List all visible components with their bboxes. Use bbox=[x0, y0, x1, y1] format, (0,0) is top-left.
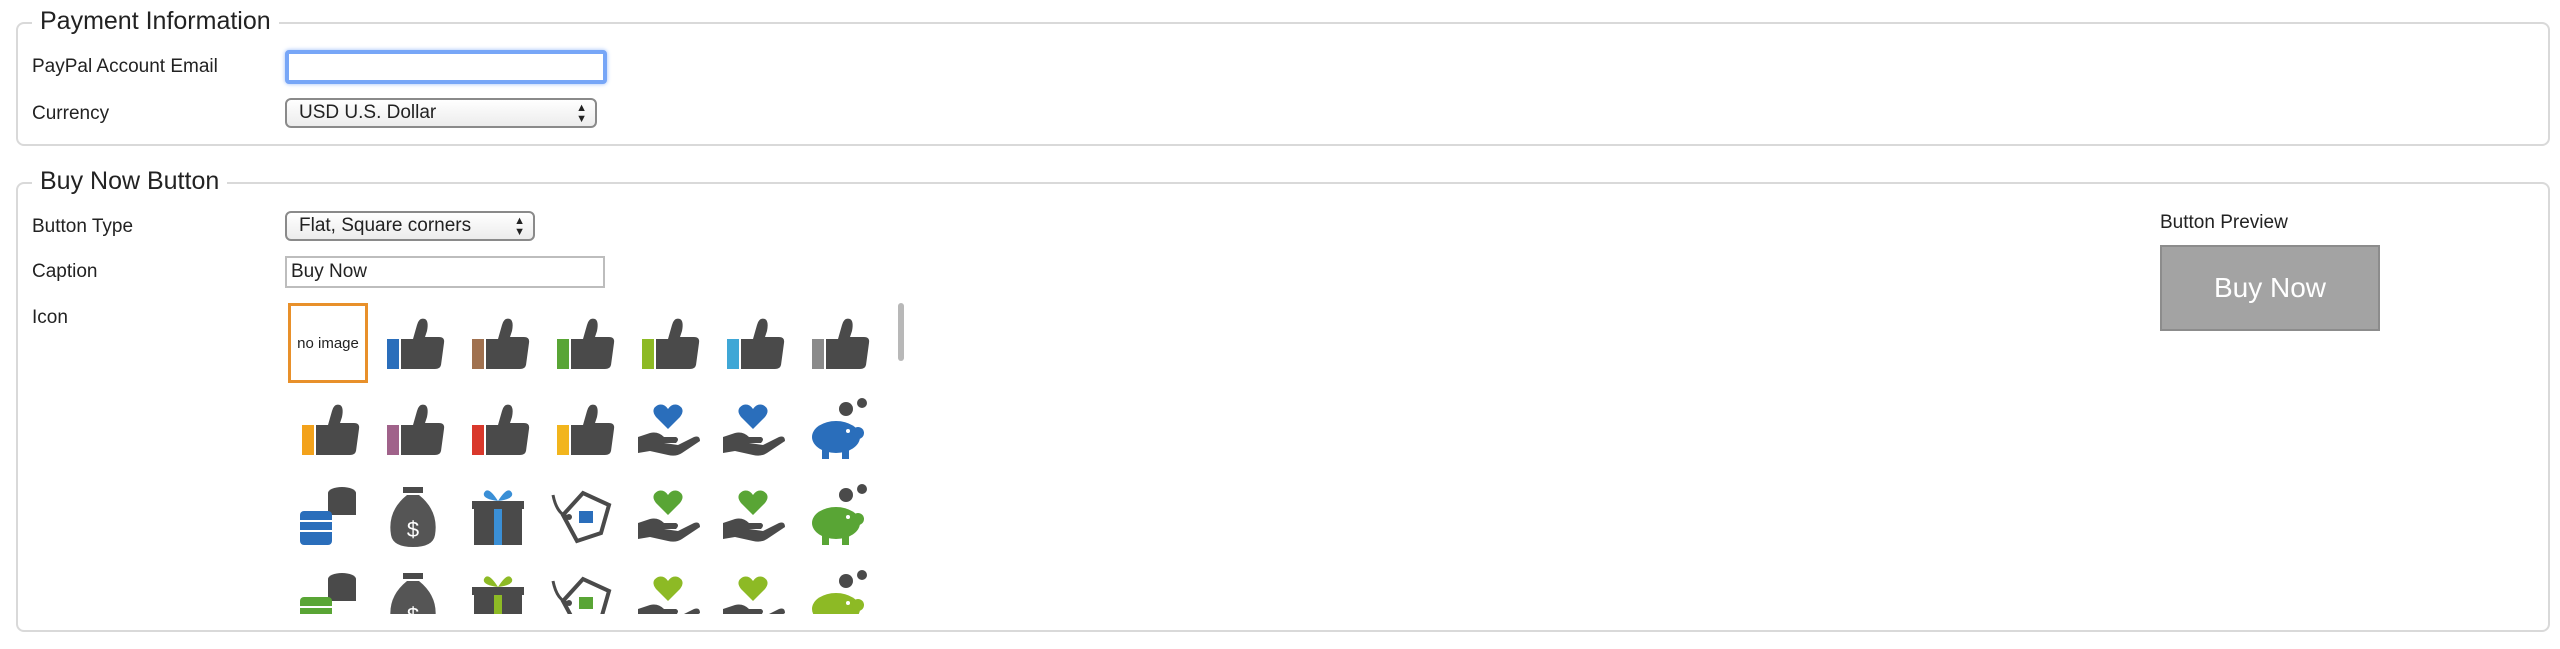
thumb-icon[interactable] bbox=[798, 303, 878, 383]
price-tag-icon[interactable] bbox=[543, 561, 623, 614]
svg-text:$: $ bbox=[407, 603, 419, 614]
hand-heart-icon[interactable] bbox=[628, 389, 708, 469]
currency-label: Currency bbox=[32, 103, 110, 124]
thumb-icon[interactable] bbox=[543, 389, 623, 469]
button-preview-label: Button Preview bbox=[2160, 212, 2288, 233]
thumb-icon[interactable] bbox=[713, 303, 793, 383]
paypal-email-field[interactable] bbox=[285, 50, 607, 84]
icon-picker-scrollbar[interactable] bbox=[898, 303, 904, 361]
caption-label: Caption bbox=[32, 261, 98, 282]
piggy-bank-icon[interactable] bbox=[798, 561, 878, 614]
icon-picker[interactable]: no image $ bbox=[280, 298, 910, 614]
currency-select[interactable]: USD U.S. Dollar ▲ ▼ bbox=[285, 98, 597, 128]
hand-heart-icon[interactable] bbox=[713, 475, 793, 555]
coins-icon[interactable] bbox=[288, 561, 368, 614]
coins-icon[interactable] bbox=[288, 475, 368, 555]
thumb-icon[interactable] bbox=[458, 303, 538, 383]
hand-heart-icon[interactable] bbox=[628, 475, 708, 555]
icon-label: Icon bbox=[32, 307, 68, 328]
button-type-select-value: Flat, Square corners bbox=[299, 215, 472, 236]
piggy-bank-icon[interactable] bbox=[798, 389, 878, 469]
hand-heart-icon[interactable] bbox=[713, 389, 793, 469]
buy-now-preview-button: Buy Now bbox=[2160, 245, 2380, 331]
caption-field[interactable]: Buy Now bbox=[285, 256, 605, 288]
hand-heart-icon[interactable] bbox=[628, 561, 708, 614]
hand-heart-icon[interactable] bbox=[713, 561, 793, 614]
select-arrows-icon: ▲ ▼ bbox=[514, 215, 525, 238]
thumb-icon[interactable] bbox=[628, 303, 708, 383]
payment-information-legend: Payment Information bbox=[32, 7, 279, 36]
select-arrows-icon: ▲ ▼ bbox=[576, 102, 587, 125]
money-bag-icon[interactable]: $ bbox=[373, 561, 453, 614]
thumb-icon[interactable] bbox=[543, 303, 623, 383]
money-bag-icon[interactable]: $ bbox=[373, 475, 453, 555]
thumb-icon[interactable] bbox=[458, 389, 538, 469]
paypal-email-label: PayPal Account Email bbox=[32, 56, 218, 77]
thumb-icon[interactable] bbox=[373, 389, 453, 469]
price-tag-icon[interactable] bbox=[543, 475, 623, 555]
thumb-icon[interactable] bbox=[288, 389, 368, 469]
svg-text:$: $ bbox=[407, 517, 419, 542]
no-image-option[interactable]: no image bbox=[288, 303, 368, 383]
gift-icon[interactable] bbox=[458, 475, 538, 555]
currency-select-value: USD U.S. Dollar bbox=[299, 102, 437, 123]
thumb-icon[interactable] bbox=[373, 303, 453, 383]
buy-now-button-legend: Buy Now Button bbox=[32, 167, 228, 196]
gift-icon[interactable] bbox=[458, 561, 538, 614]
button-type-label: Button Type bbox=[32, 216, 134, 237]
piggy-bank-icon[interactable] bbox=[798, 475, 878, 555]
button-type-select[interactable]: Flat, Square corners ▲ ▼ bbox=[285, 211, 535, 241]
